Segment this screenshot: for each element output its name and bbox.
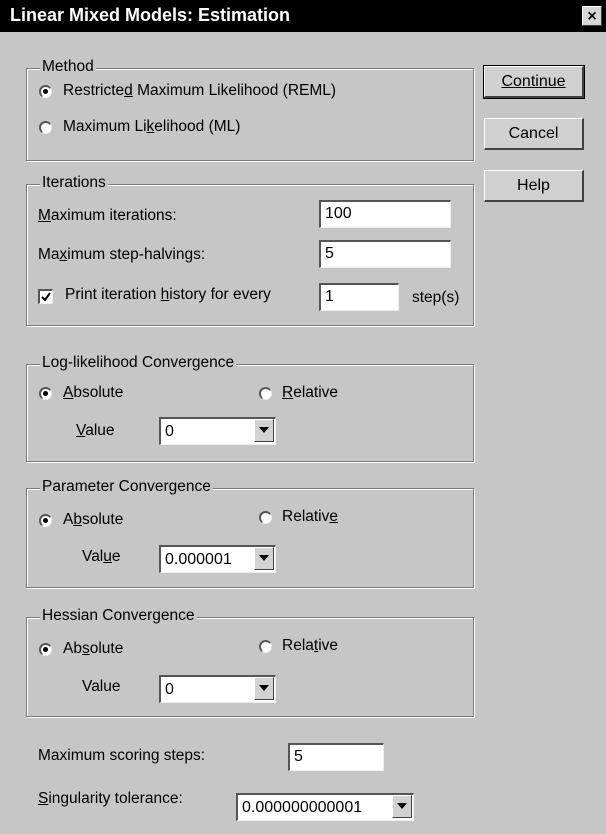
dropdown-arrow-button[interactable] — [392, 795, 412, 818]
window-title: Linear Mixed Models: Estimation — [10, 5, 291, 25]
help-button[interactable]: Help — [484, 170, 584, 202]
loglik-absolute-radio[interactable] — [39, 387, 52, 400]
loglik-value-label: Value — [76, 422, 115, 439]
max-iterations-input[interactable]: 100 — [319, 200, 451, 228]
print-history-checkbox[interactable] — [38, 289, 53, 304]
loglik-legend: Log-likelihood Convergence — [40, 354, 237, 372]
max-step-halvings-label: Maximum step-halvings: — [38, 246, 206, 263]
loglik-group: Log-likelihood Convergence Absolute Rela… — [26, 354, 474, 462]
print-history-label[interactable]: Print iteration history for every — [65, 286, 271, 304]
dropdown-arrow-button[interactable] — [254, 547, 274, 570]
max-scoring-steps-input[interactable]: 5 — [288, 743, 384, 771]
chevron-down-icon — [259, 555, 269, 561]
dropdown-arrow-button[interactable] — [254, 419, 274, 442]
chevron-down-icon — [397, 803, 407, 809]
reml-radio[interactable] — [39, 85, 52, 98]
param-relative-radio[interactable] — [259, 511, 272, 524]
parameter-legend: Parameter Convergence — [40, 478, 213, 496]
param-relative-label[interactable]: Relative — [282, 508, 338, 526]
loglik-relative-label[interactable]: Relative — [282, 384, 338, 402]
hessian-group: Hessian Convergence Absolute Relative Va… — [26, 607, 474, 717]
chevron-down-icon — [259, 427, 269, 433]
singularity-tolerance-select[interactable]: 0.000000000001 — [236, 793, 414, 821]
steps-unit-label: step(s) — [412, 289, 460, 306]
ml-label[interactable]: Maximum Likelihood (ML) — [63, 118, 240, 136]
max-iterations-label: Maximum iterations: — [38, 207, 177, 224]
radio-selected-dot — [43, 518, 48, 523]
loglik-relative-radio[interactable] — [259, 387, 272, 400]
param-value-label: Value — [82, 548, 121, 565]
hessian-relative-label[interactable]: Relative — [282, 637, 338, 655]
hessian-value-select[interactable]: 0 — [159, 675, 276, 703]
radio-selected-dot — [43, 89, 48, 94]
method-group: Method Restricted Maximum Likelihood (RE… — [26, 58, 474, 161]
loglik-value-select[interactable]: 0 — [159, 417, 276, 445]
hessian-absolute-radio[interactable] — [39, 643, 52, 656]
max-scoring-steps-label: Maximum scoring steps: — [38, 747, 206, 764]
param-absolute-radio[interactable] — [39, 514, 52, 527]
param-value-select[interactable]: 0.000001 — [159, 545, 276, 573]
radio-selected-dot — [43, 647, 48, 652]
method-legend: Method — [40, 58, 96, 76]
print-history-step-input[interactable]: 1 — [319, 283, 399, 311]
continue-button[interactable]: Continue — [483, 65, 585, 99]
parameter-group: Parameter Convergence Absolute Relative … — [26, 478, 474, 588]
dropdown-arrow-button[interactable] — [254, 677, 274, 700]
check-icon — [41, 292, 51, 302]
reml-label[interactable]: Restricted Maximum Likelihood (REML) — [63, 82, 336, 100]
hessian-relative-radio[interactable] — [259, 640, 272, 653]
radio-selected-dot — [43, 391, 48, 396]
iterations-legend: Iterations — [40, 174, 108, 192]
cancel-button[interactable]: Cancel — [484, 118, 584, 150]
loglik-absolute-label[interactable]: Absolute — [63, 384, 123, 402]
singularity-tolerance-text: 0.000000000001 — [236, 793, 414, 821]
title-bar: Linear Mixed Models: Estimation × — [0, 0, 606, 32]
ml-radio[interactable] — [39, 121, 52, 134]
chevron-down-icon — [259, 685, 269, 691]
hessian-legend: Hessian Convergence — [40, 607, 197, 625]
hessian-absolute-label[interactable]: Absolute — [63, 640, 123, 658]
iterations-group: Iterations Maximum iterations: 100 Maxim… — [26, 174, 474, 326]
hessian-value-label: Value — [82, 678, 121, 695]
param-absolute-label[interactable]: Absolute — [63, 511, 123, 529]
singularity-tolerance-label: Singularity tolerance: — [38, 790, 183, 807]
max-step-halvings-input[interactable]: 5 — [319, 240, 451, 268]
close-button[interactable]: × — [582, 6, 602, 26]
